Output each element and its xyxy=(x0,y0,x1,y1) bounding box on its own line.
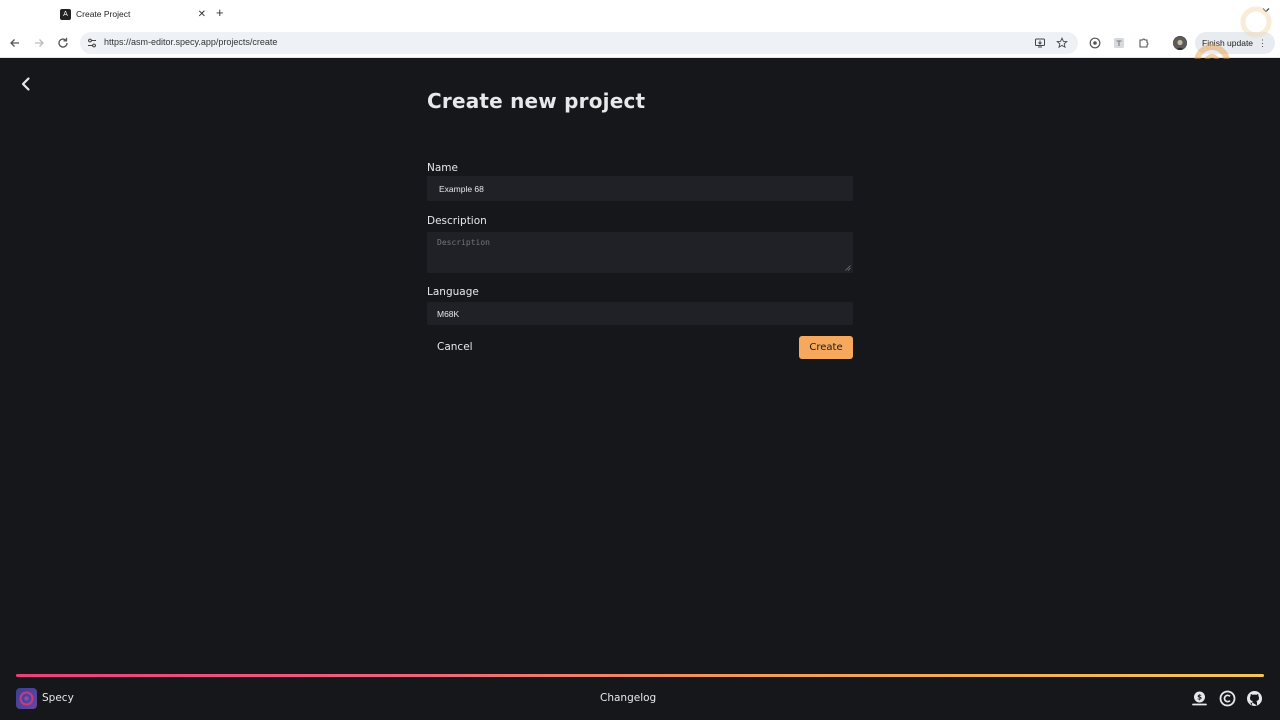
browser-tab-bar: A Create Project ✕ + xyxy=(0,0,1280,28)
specy-logo[interactable] xyxy=(16,688,37,709)
create-button[interactable]: Create xyxy=(799,336,853,359)
tab-favicon-icon: A xyxy=(60,8,71,20)
back-chevron-icon[interactable] xyxy=(18,76,34,92)
footer-brand[interactable]: Specy xyxy=(42,692,74,704)
page-title: Create new project xyxy=(427,89,646,113)
extensions-puzzle-icon[interactable] xyxy=(1137,36,1151,50)
url-text: https://asm-editor.specy.app/projects/cr… xyxy=(104,37,278,47)
description-textarea[interactable]: Description xyxy=(427,232,853,273)
cancel-button[interactable]: Cancel xyxy=(427,335,483,359)
description-placeholder: Description xyxy=(437,238,490,247)
tab-title: Create Project xyxy=(76,9,131,19)
tab-close-icon[interactable]: ✕ xyxy=(198,9,206,20)
app-container: Create new project Name Example 68 Descr… xyxy=(0,59,1280,720)
name-label: Name xyxy=(427,162,458,174)
description-label: Description xyxy=(427,215,487,227)
browser-menu-icon[interactable]: ⋮ xyxy=(1258,38,1267,49)
finish-update-label: Finish update xyxy=(1202,38,1254,48)
footer-gradient-divider xyxy=(16,674,1264,677)
language-select[interactable]: M68K xyxy=(427,302,853,325)
site-settings-icon[interactable] xyxy=(86,37,98,49)
browser-tab[interactable]: A Create Project ✕ xyxy=(52,3,212,25)
address-bar[interactable]: https://asm-editor.specy.app/projects/cr… xyxy=(80,32,1078,54)
back-arrow-icon[interactable] xyxy=(8,36,22,50)
tab-search-chevron-icon[interactable] xyxy=(1262,6,1270,14)
svg-text:$: $ xyxy=(1197,694,1202,702)
bookmark-star-icon[interactable] xyxy=(1056,37,1068,49)
github-icon[interactable] xyxy=(1246,690,1263,707)
profile-photo-icon xyxy=(1173,37,1187,50)
browser-toolbar: https://asm-editor.specy.app/projects/cr… xyxy=(0,28,1280,58)
name-input[interactable]: Example 68 xyxy=(427,176,853,201)
finish-update-button[interactable]: Finish update ⋮ xyxy=(1195,32,1275,54)
new-tab-icon[interactable]: + xyxy=(216,5,224,20)
extension-translate-icon[interactable] xyxy=(1112,36,1126,50)
specy-logo-icon xyxy=(19,691,34,706)
profile-avatar[interactable] xyxy=(1173,36,1187,50)
create-project-form: Create new project Name Example 68 Descr… xyxy=(427,89,853,359)
resize-handle-icon[interactable] xyxy=(845,265,851,271)
copyright-icon[interactable] xyxy=(1219,690,1236,707)
changelog-link[interactable]: Changelog xyxy=(600,692,656,704)
install-app-icon[interactable] xyxy=(1034,37,1046,49)
forward-arrow-icon[interactable] xyxy=(32,36,46,50)
donate-coin-icon[interactable]: $ xyxy=(1191,690,1208,707)
extension-chat-icon[interactable] xyxy=(1088,36,1102,50)
language-label: Language xyxy=(427,286,479,298)
reload-icon[interactable] xyxy=(56,36,70,50)
